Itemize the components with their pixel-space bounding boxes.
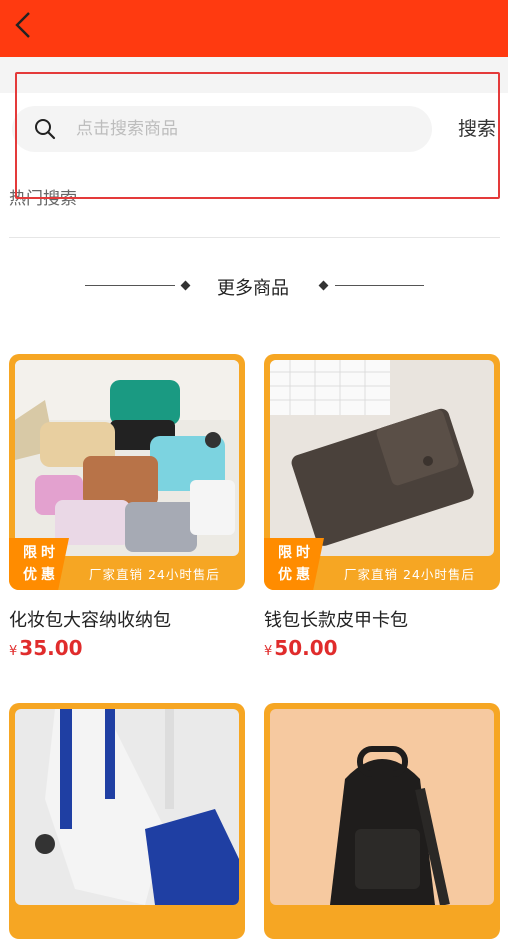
header-spacer bbox=[0, 57, 508, 93]
price-value: 50.00 bbox=[274, 636, 338, 660]
search-input[interactable] bbox=[76, 106, 416, 152]
badge-line-1: 限时 bbox=[278, 545, 314, 561]
product-name[interactable]: 化妆包大容纳收纳包 bbox=[9, 606, 171, 632]
product-image bbox=[270, 360, 494, 556]
currency-symbol: ¥ bbox=[9, 644, 18, 659]
section-dot-right bbox=[318, 280, 329, 291]
section-title: 更多商品 bbox=[217, 278, 289, 299]
product-image bbox=[15, 360, 239, 556]
product-name[interactable]: 钱包长款皮甲卡包 bbox=[264, 606, 408, 632]
search-box[interactable] bbox=[12, 106, 432, 152]
section-dot-left bbox=[180, 280, 191, 291]
product-image bbox=[15, 709, 239, 905]
currency-symbol: ¥ bbox=[264, 644, 273, 659]
hot-search-title: 热门搜索 bbox=[9, 189, 77, 209]
product-image-frame: 厂家直销 24小时售后 限时 优惠 bbox=[264, 354, 500, 590]
section-line-right bbox=[335, 285, 424, 286]
product-image-frame bbox=[9, 703, 245, 939]
promo-badge: 限时 优惠 bbox=[264, 538, 324, 590]
badge-line-1: 限时 bbox=[23, 545, 59, 561]
promo-ribbon: 厂家直销 24小时售后 bbox=[344, 567, 475, 582]
price-value: 35.00 bbox=[19, 636, 83, 660]
section-line-left bbox=[85, 285, 175, 286]
product-price: ¥35.00 bbox=[9, 636, 83, 660]
back-button[interactable] bbox=[8, 10, 38, 44]
search-button[interactable]: 搜索 bbox=[458, 114, 496, 141]
search-icon bbox=[34, 118, 56, 140]
product-image-frame bbox=[264, 703, 500, 939]
divider bbox=[9, 237, 500, 238]
promo-badge: 限时 优惠 bbox=[9, 538, 69, 590]
promo-ribbon: 厂家直销 24小时售后 bbox=[89, 567, 220, 582]
header-bar bbox=[0, 0, 508, 57]
product-image-frame: 厂家直销 24小时售后 限时 优惠 bbox=[9, 354, 245, 590]
product-image bbox=[270, 709, 494, 905]
chevron-left-icon bbox=[13, 10, 33, 44]
badge-line-2: 优惠 bbox=[23, 567, 59, 583]
product-price: ¥50.00 bbox=[264, 636, 338, 660]
badge-line-2: 优惠 bbox=[278, 567, 314, 583]
